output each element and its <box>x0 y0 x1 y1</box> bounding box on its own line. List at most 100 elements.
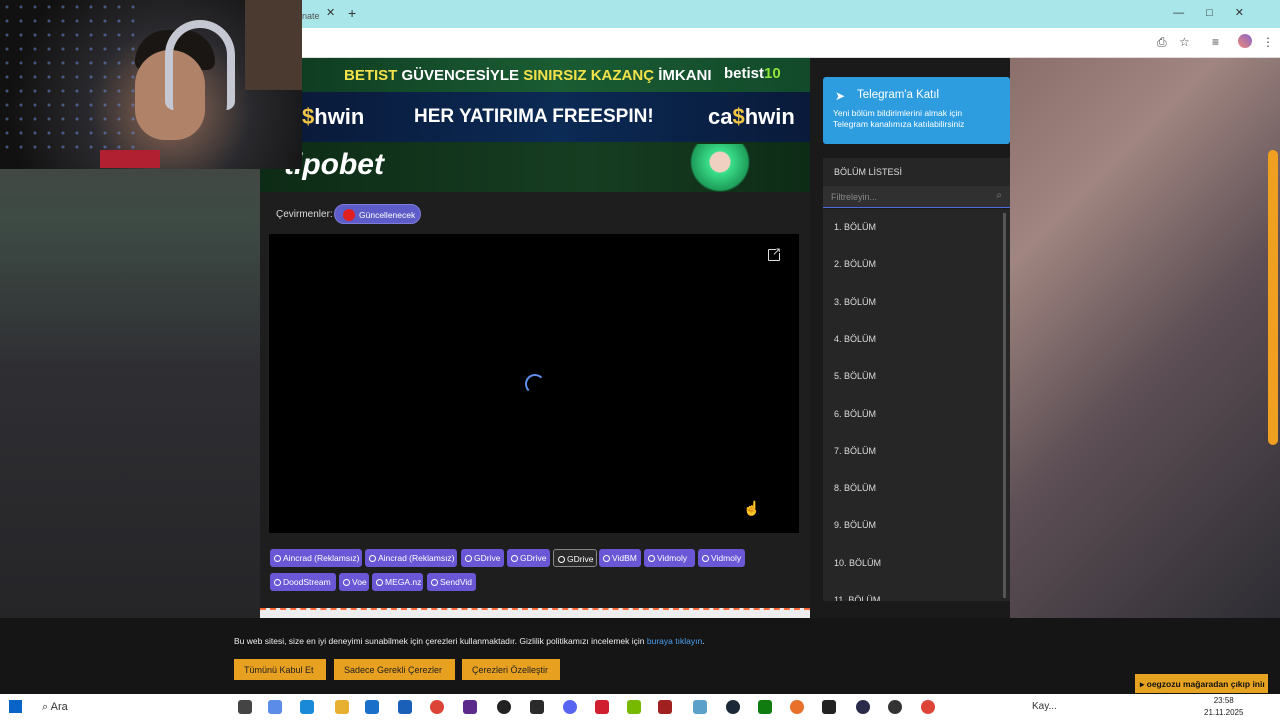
episode-item[interactable]: 1. BÖLÜM <box>834 222 876 232</box>
server-button-label: DoodStream <box>283 577 331 587</box>
server-button[interactable]: GDrive <box>461 549 504 567</box>
betist-logo: betist10 <box>724 65 781 82</box>
install-app-icon[interactable]: ⎙ <box>1157 35 1167 50</box>
translators-label: Çevirmenler: <box>276 209 333 220</box>
episode-item[interactable]: 3. BÖLÜM <box>834 297 876 307</box>
server-button[interactable]: Aincrad (Reklamsız) <box>270 549 362 567</box>
obs-icon[interactable] <box>497 700 511 714</box>
telegram-icon: ➤ <box>835 89 846 103</box>
media-control-icon[interactable]: ≡ <box>1212 35 1219 49</box>
customize-cookies-button[interactable]: Çerezleri Özelleştir <box>462 659 560 680</box>
stream-alert-text: oegzozu mağaradan çıkıp iniı <box>1146 679 1265 689</box>
episode-item[interactable]: 2. BÖLÜM <box>834 259 876 269</box>
outlook-icon[interactable] <box>398 700 412 714</box>
clock[interactable]: 23:58 21.11.2025 <box>1204 695 1243 719</box>
tipobet-banner[interactable]: tipobet <box>260 142 810 192</box>
voicemeeter-icon[interactable] <box>658 700 672 714</box>
chrome-active-icon[interactable] <box>921 700 935 714</box>
radio-circle-icon <box>465 555 472 562</box>
app-icon[interactable] <box>463 700 477 714</box>
server-button[interactable]: GDrive <box>507 549 550 567</box>
bookmark-star-icon[interactable]: ☆ <box>1179 35 1190 49</box>
copilot-icon[interactable] <box>268 700 282 714</box>
server-button[interactable]: Voe <box>339 573 369 591</box>
episode-item[interactable]: 6. BÖLÜM <box>834 409 876 419</box>
check-circle-icon <box>558 556 565 563</box>
clock-date: 21.11.2025 <box>1204 708 1244 717</box>
weather-widget[interactable]: Kay... <box>1032 701 1057 712</box>
app-icon[interactable] <box>595 700 609 714</box>
menu-icon[interactable]: ⋮ <box>1262 35 1274 49</box>
task-view-icon[interactable] <box>238 700 252 714</box>
telegram-title: Telegram'a Katıl <box>857 89 940 101</box>
necessary-cookies-button[interactable]: Sadece Gerekli Çerezler <box>334 659 455 680</box>
episode-item[interactable]: 8. BÖLÜM <box>834 483 876 493</box>
tab-close-icon[interactable]: ✕ <box>326 6 335 19</box>
fairy-lights <box>0 0 140 150</box>
privacy-link[interactable]: buraya tıklayın <box>647 636 702 646</box>
betist-banner[interactable]: BETIST GÜVENCESİYLE SINIRSIZ KAZANÇ İMKA… <box>302 58 810 92</box>
4k-icon[interactable] <box>888 700 902 714</box>
external-arrow-icon: ↗ <box>772 246 782 258</box>
telegram-join-card[interactable]: ➤ Telegram'a Katıl Yeni bölüm bildirimle… <box>823 77 1010 144</box>
server-button[interactable]: Vidmoly <box>698 549 745 567</box>
sidebar: ➤ Telegram'a Katıl Yeni bölüm bildirimle… <box>823 58 1010 618</box>
explorer-icon[interactable] <box>335 700 349 714</box>
window-controls[interactable]: —□✕ <box>1173 6 1266 19</box>
server-button[interactable]: Aincrad (Reklamsız) <box>365 549 457 567</box>
cashwin-logo-right: ca$hwin <box>708 104 795 130</box>
episode-item[interactable]: 10. BÖLÜM <box>834 558 881 568</box>
chrome-icon[interactable] <box>430 700 444 714</box>
windows-start-icon[interactable] <box>9 700 22 713</box>
stream-alert: ▸ oegzozu mağaradan çıkıp iniı <box>1135 674 1268 693</box>
episode-item[interactable]: 5. BÖLÜM <box>834 371 876 381</box>
betist-slogan: BETIST GÜVENCESİYLE SINIRSIZ KAZANÇ İMKA… <box>344 67 712 84</box>
episode-item[interactable]: 7. BÖLÜM <box>834 446 876 456</box>
translator-badge[interactable]: Güncellenecek <box>334 204 421 224</box>
episode-list-scrollbar[interactable] <box>1003 213 1006 598</box>
app-icon[interactable] <box>530 700 544 714</box>
cashwin-banner[interactable]: ca$hwin HER YATIRIMA FREESPIN! ca$hwin <box>302 92 810 142</box>
microphone <box>100 150 160 168</box>
episode-filter-input[interactable]: Filtreleyin... ⌕ <box>823 186 1010 208</box>
server-button[interactable]: VidBM <box>599 549 641 567</box>
cashwin-right-c: hwin <box>744 104 795 129</box>
page-scrollbar[interactable] <box>1268 150 1278 445</box>
episode-item[interactable]: 4. BÖLÜM <box>834 334 876 344</box>
xbox-icon[interactable] <box>758 700 772 714</box>
steam-icon[interactable] <box>726 700 740 714</box>
server-button[interactable]: Vidmoly <box>644 549 695 567</box>
imkani-word: İMKANI <box>658 67 712 84</box>
server-button[interactable]: SendVid <box>427 573 476 591</box>
edge-icon[interactable] <box>300 700 314 714</box>
episode-item[interactable]: 9. BÖLÜM <box>834 520 876 530</box>
turkish-flag-icon <box>343 209 355 221</box>
betist-word: BETIST <box>344 67 398 84</box>
server-button[interactable]: MEGA.nz <box>372 573 423 591</box>
app-icon[interactable] <box>693 700 707 714</box>
firefox-icon[interactable] <box>790 700 804 714</box>
cashwin-right-a: ca <box>708 104 733 129</box>
profile-avatar[interactable] <box>1238 34 1252 48</box>
app-icon[interactable] <box>856 700 870 714</box>
browser-tab[interactable]: nate <box>302 3 342 28</box>
epic-games-icon[interactable] <box>822 700 836 714</box>
server-button[interactable]: DoodStream <box>270 573 336 591</box>
tab-title: nate <box>302 11 320 21</box>
nvidia-icon[interactable] <box>627 700 641 714</box>
store-icon[interactable] <box>365 700 379 714</box>
video-player[interactable]: ↗ ☝ <box>269 234 799 533</box>
taskbar-search[interactable]: ⌕ Ara <box>42 701 68 714</box>
address-bar[interactable]: ⎙ ☆ ≡ ⋮ <box>302 28 1280 58</box>
radio-circle-icon <box>343 579 350 586</box>
server-button-label: GDrive <box>520 553 547 563</box>
discord-icon[interactable] <box>563 700 577 714</box>
server-button-label: MEGA.nz <box>385 577 422 587</box>
accept-all-button[interactable]: Tümünü Kabul Et <box>234 659 326 680</box>
betist-logo-suffix: 10 <box>764 65 781 82</box>
new-tab-button[interactable]: + <box>348 5 356 21</box>
episode-list-header: BÖLÜM LİSTESİ <box>823 158 1010 186</box>
server-button-label: GDrive <box>567 554 594 564</box>
episode-item[interactable]: 11. BÖLÜM <box>834 595 880 601</box>
server-button[interactable]: GDrive <box>553 549 597 567</box>
